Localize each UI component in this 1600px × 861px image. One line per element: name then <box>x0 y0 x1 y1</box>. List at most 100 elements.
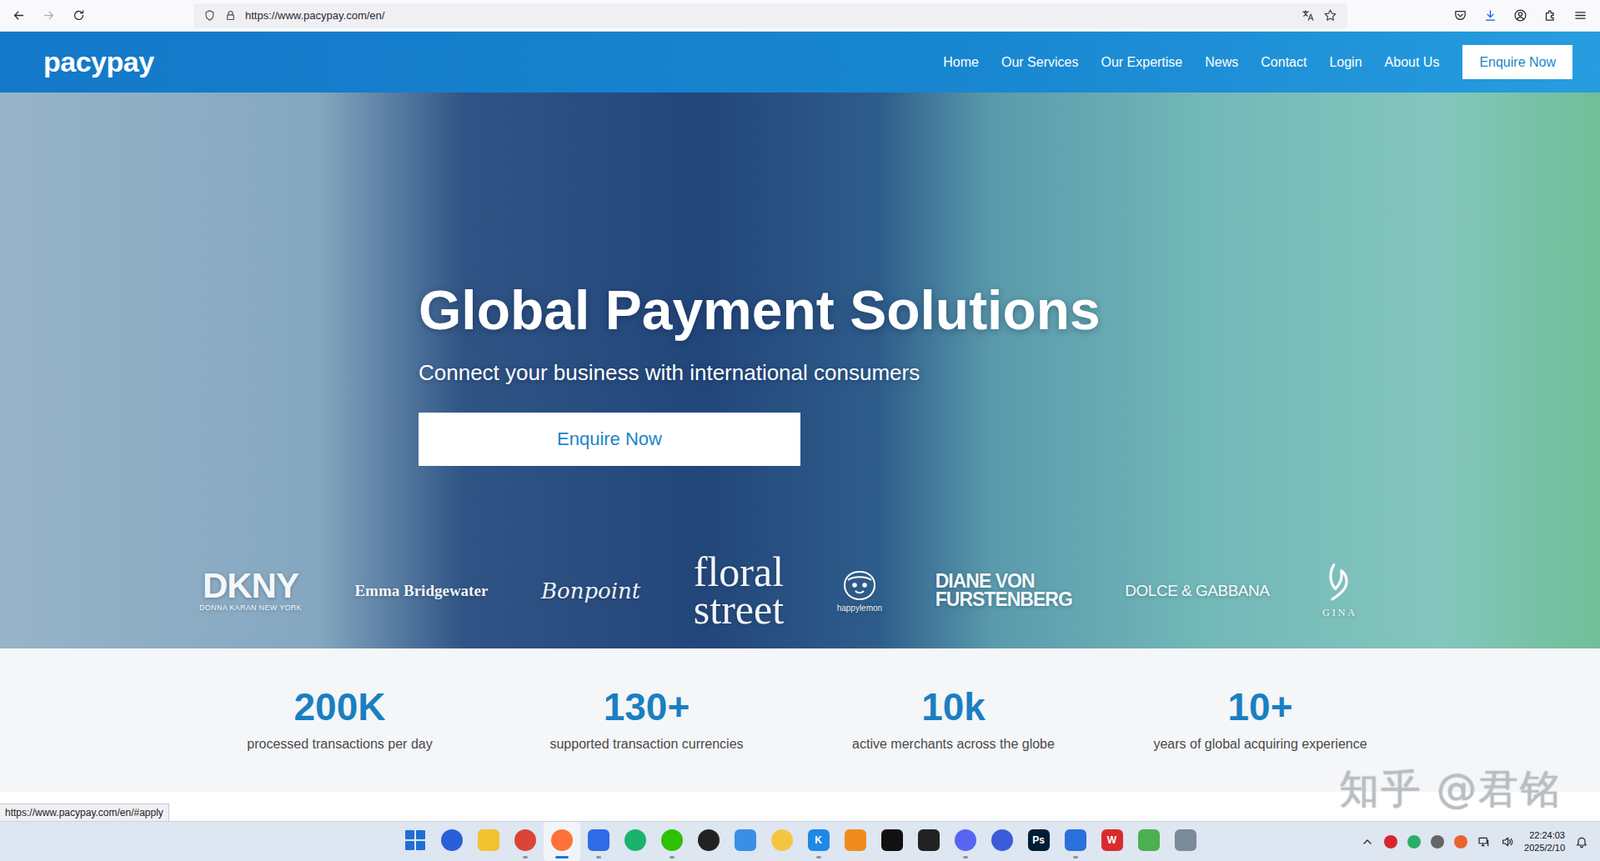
back-button[interactable] <box>6 4 31 28</box>
app-icon[interactable] <box>697 829 720 852</box>
taskbar-app[interactable]: K <box>800 822 838 861</box>
reload-icon[interactable] <box>71 8 86 23</box>
taskbar-app[interactable] <box>580 822 617 861</box>
taskbar-app[interactable] <box>690 822 728 861</box>
nav-link[interactable]: Our Expertise <box>1100 55 1183 71</box>
hamburger-icon[interactable] <box>1573 8 1588 23</box>
app-icon[interactable]: W <box>1101 829 1124 852</box>
taskbar-app[interactable] <box>470 822 507 861</box>
bell-icon[interactable] <box>1574 835 1589 849</box>
taskbar-app[interactable]: W <box>1093 822 1131 861</box>
taskbar-app[interactable] <box>947 822 984 861</box>
app-icon[interactable] <box>477 829 500 852</box>
running-indicator <box>555 856 569 859</box>
taskbar-app[interactable] <box>1057 822 1094 861</box>
app-icon[interactable] <box>441 829 463 852</box>
tray-app-icon[interactable] <box>1407 835 1421 849</box>
app-icon[interactable] <box>954 829 977 852</box>
app-icon[interactable] <box>771 829 793 852</box>
speaker-icon[interactable] <box>1500 835 1515 849</box>
app-glyph: W <box>1107 834 1117 847</box>
app-icon[interactable] <box>624 829 647 852</box>
bookmark-star-icon[interactable] <box>1323 8 1338 23</box>
pocket-button[interactable] <box>1448 4 1472 28</box>
translate-icon[interactable] <box>1300 8 1315 23</box>
taskbar-app[interactable] <box>1167 822 1204 861</box>
tray-app-icon[interactable] <box>1384 835 1398 849</box>
stat-label: active merchants across the globe <box>800 735 1108 754</box>
hero-title: Global Payment Solutions <box>418 279 1101 343</box>
app-icon[interactable] <box>1064 829 1087 852</box>
nav-link[interactable]: About Us <box>1384 55 1440 71</box>
forward-button[interactable] <box>36 4 61 28</box>
taskbar-app[interactable] <box>1130 822 1168 861</box>
menu-button[interactable] <box>1568 4 1592 28</box>
nav-link[interactable]: Our Services <box>1001 55 1079 71</box>
enquire-button[interactable]: Enquire Now <box>1462 45 1573 80</box>
taskbar-app[interactable] <box>396 822 434 861</box>
reload-button[interactable] <box>66 4 91 28</box>
tray-app-icon[interactable] <box>1430 835 1445 849</box>
forward-arrow-icon[interactable] <box>41 8 56 23</box>
puzzle-icon[interactable] <box>1543 8 1558 23</box>
app-icon[interactable] <box>734 829 757 852</box>
tray-app-icon[interactable] <box>1454 835 1468 849</box>
back-arrow-icon[interactable] <box>11 8 26 23</box>
shield-icon[interactable] <box>203 9 216 22</box>
downloads-button[interactable] <box>1478 4 1502 28</box>
lock-icon[interactable] <box>224 9 237 22</box>
nav-link[interactable]: Login <box>1329 55 1362 71</box>
clock[interactable]: 22:24:032025/2/10 <box>1524 829 1565 855</box>
windows-logo-icon[interactable] <box>405 830 426 851</box>
taskbar-app[interactable] <box>653 822 691 861</box>
running-indicator <box>779 856 785 859</box>
brand-logo: DOLCE & GABBANA <box>1124 581 1269 601</box>
link-status-bar: https://www.pacypay.com/en/#apply <box>0 803 170 822</box>
app-icon[interactable] <box>1174 829 1197 852</box>
app-icon[interactable] <box>661 829 683 852</box>
brand-text: DOLCE & GABBANA <box>1124 581 1269 601</box>
hero-enquire-button[interactable]: Enquire Now <box>418 412 801 467</box>
account-button[interactable] <box>1508 4 1532 28</box>
taskbar-app[interactable] <box>837 822 874 861</box>
pocket-icon[interactable] <box>1453 8 1468 23</box>
app-icon[interactable] <box>587 829 610 852</box>
nav-link[interactable]: Home <box>942 55 979 71</box>
url-text[interactable]: https://www.pacypay.com/en/ <box>245 9 385 22</box>
app-icon[interactable] <box>514 829 537 852</box>
network-icon[interactable] <box>1477 835 1491 849</box>
toolbar-actions <box>1448 4 1592 28</box>
taskbar-app[interactable] <box>616 822 654 861</box>
app-glyph: Ps <box>1032 834 1045 847</box>
site-logo[interactable]: pacypay <box>43 45 155 79</box>
taskbar-app[interactable] <box>543 822 581 861</box>
taskbar-app[interactable] <box>433 822 471 861</box>
taskbar-app[interactable] <box>873 822 911 861</box>
running-indicator <box>1183 856 1189 859</box>
taskbar-app[interactable] <box>506 822 544 861</box>
account-icon[interactable] <box>1513 8 1528 23</box>
nav-link[interactable]: News <box>1204 55 1239 71</box>
taskbar-apps: K Ps W <box>396 822 1204 861</box>
chevron-up-icon[interactable] <box>1360 835 1375 849</box>
gina-mark-icon <box>1324 561 1355 607</box>
app-icon[interactable] <box>1138 829 1160 852</box>
taskbar-app[interactable]: Ps <box>1020 822 1058 861</box>
app-icon[interactable] <box>551 829 573 852</box>
download-icon[interactable] <box>1483 8 1498 23</box>
address-bar[interactable]: https://www.pacypay.com/en/ <box>193 3 1348 29</box>
running-indicator <box>1109 856 1115 859</box>
stat-value: 130+ <box>493 686 801 729</box>
app-icon[interactable] <box>881 829 903 852</box>
taskbar-app[interactable] <box>910 822 948 861</box>
taskbar-app[interactable] <box>727 822 764 861</box>
app-icon[interactable]: Ps <box>1028 829 1050 852</box>
taskbar-app[interactable] <box>763 822 801 861</box>
app-icon[interactable] <box>991 829 1014 852</box>
nav-link[interactable]: Contact <box>1260 55 1307 71</box>
taskbar-app[interactable] <box>983 822 1021 861</box>
app-icon[interactable] <box>844 829 867 852</box>
app-icon[interactable]: K <box>807 829 830 852</box>
extensions-button[interactable] <box>1538 4 1562 28</box>
app-icon[interactable] <box>917 829 940 852</box>
